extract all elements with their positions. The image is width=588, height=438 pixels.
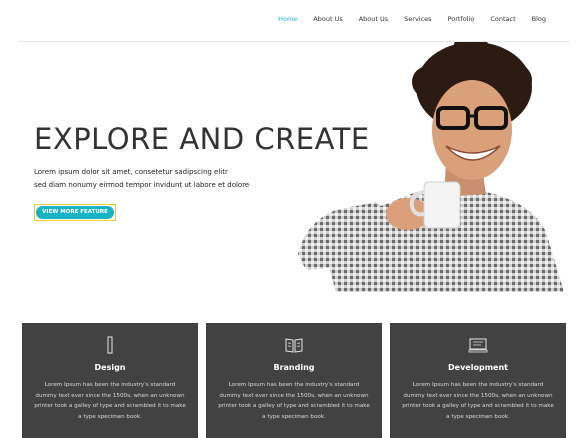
feature-title: Branding	[273, 363, 315, 372]
feature-text: Lorem Ipsum has been the industry's stan…	[218, 382, 370, 420]
feature-title: Development	[448, 363, 508, 372]
nav-about-us-2[interactable]: About Us	[359, 15, 388, 23]
main-nav: Home About Us About Us Services Portfoli…	[262, 15, 546, 23]
feature-text: Lorem Ipsum has been the industry's stan…	[402, 382, 554, 420]
feature-title: Design	[94, 363, 126, 372]
features-section: Design Lorem Ipsum has been the industry…	[22, 323, 566, 438]
hero-text: Lorem ipsum dolor sit amet, consetetur s…	[34, 166, 249, 192]
feature-card-development: Development Lorem Ipsum has been the ind…	[390, 323, 566, 438]
site-header: Home About Us About Us Services Portfoli…	[18, 0, 570, 42]
view-more-feature-label: VIEW MORE FEATURE	[36, 206, 114, 219]
monitor-icon	[468, 338, 488, 353]
hero-text-line-2: sed diam nonumy eirmod tempor invidunt u…	[34, 181, 250, 189]
nav-home[interactable]: Home	[278, 15, 297, 23]
feature-card-design: Design Lorem Ipsum has been the industry…	[22, 323, 198, 438]
nav-contact[interactable]: Contact	[490, 15, 515, 23]
hero-text-line-1: Lorem ipsum dolor sit amet, consetetur s…	[34, 168, 228, 176]
hero-section: EXPLORE AND CREATE Lorem ipsum dolor sit…	[0, 42, 588, 292]
view-more-feature-button[interactable]: VIEW MORE FEATURE	[34, 204, 116, 221]
hero-person-image	[296, 42, 566, 292]
feature-text: Lorem Ipsum has been the industry's stan…	[34, 382, 186, 420]
pencil-icon	[107, 336, 113, 354]
book-icon	[285, 338, 303, 353]
nav-about-us[interactable]: About Us	[313, 15, 342, 23]
nav-portfolio[interactable]: Portfolio	[448, 15, 475, 23]
feature-card-branding: Branding Lorem Ipsum has been the indust…	[206, 323, 382, 438]
nav-services[interactable]: Services	[404, 15, 431, 23]
nav-blog[interactable]: Blog	[532, 15, 546, 23]
